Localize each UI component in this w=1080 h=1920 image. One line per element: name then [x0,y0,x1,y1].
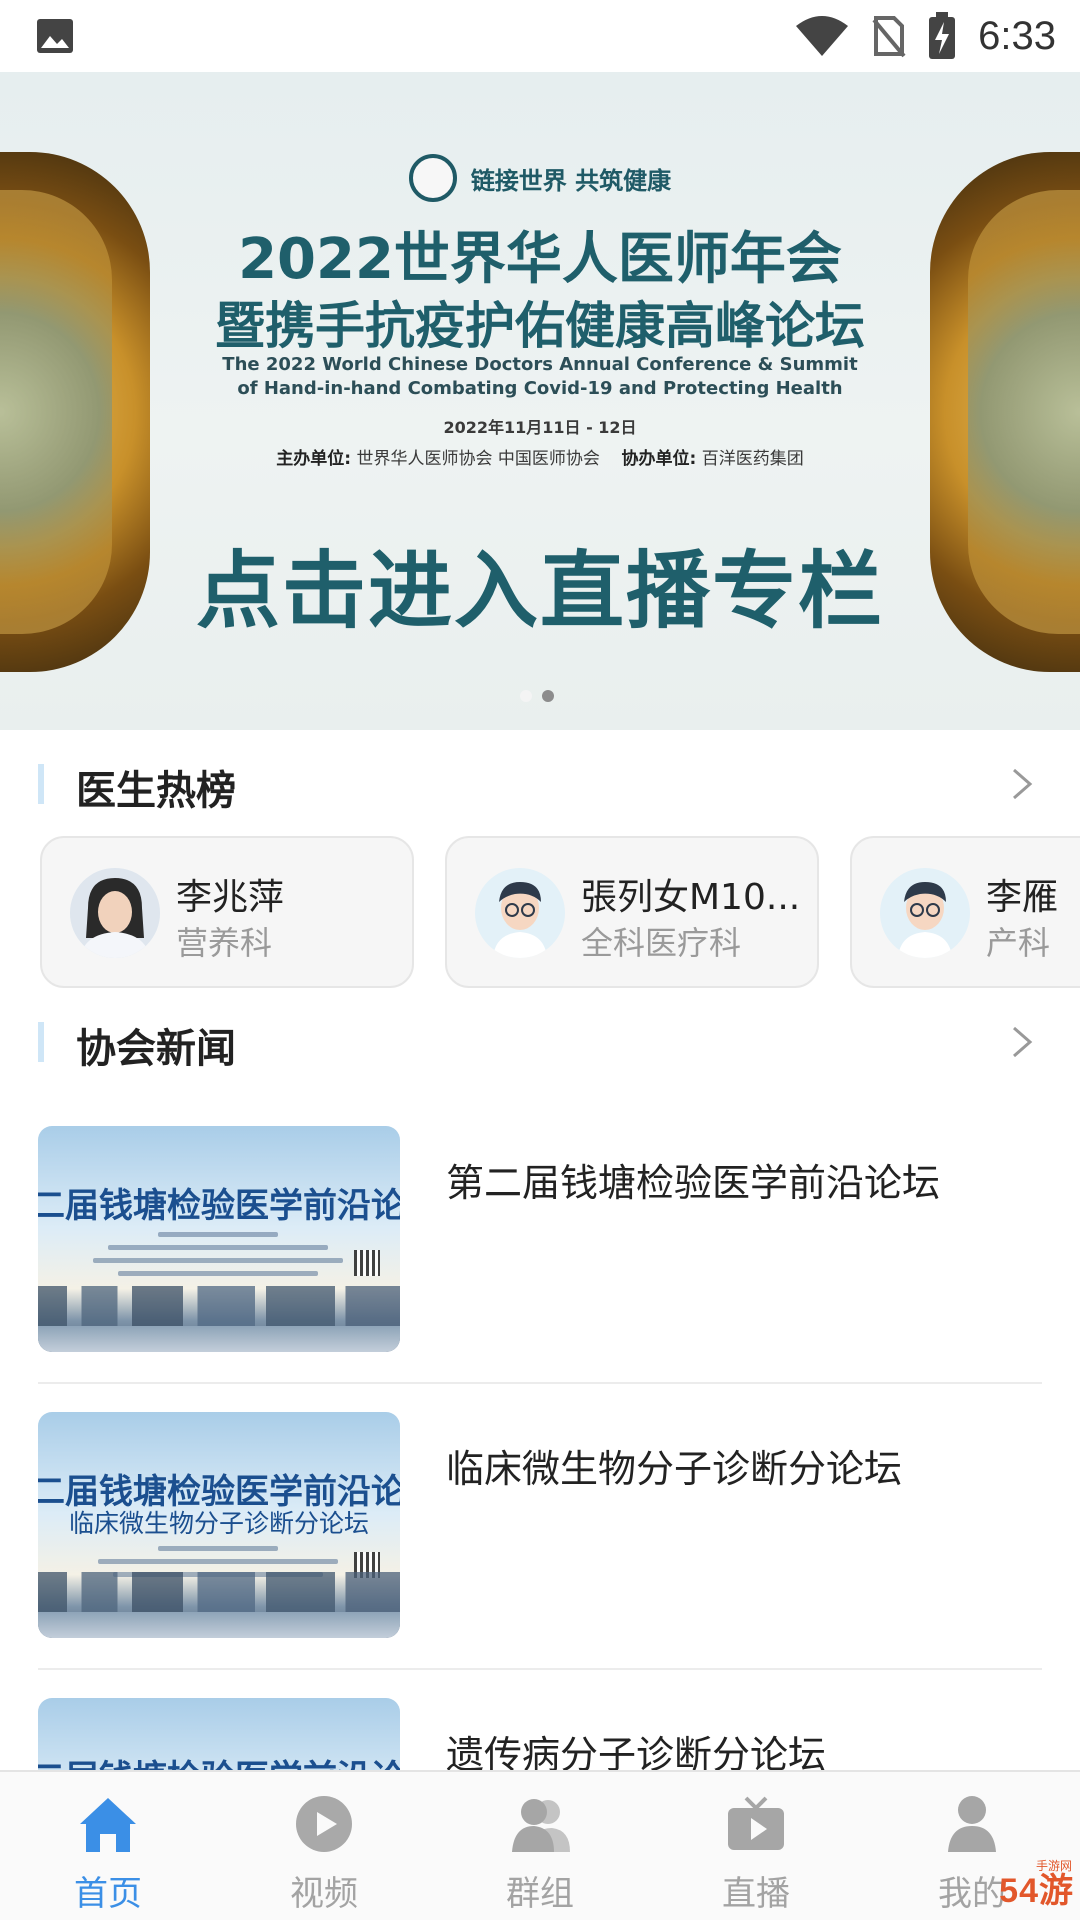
nav-label: 直播 [722,1874,790,1914]
doctor-department: 全科医疗科 [581,924,742,962]
section-title: 协会新闻 [76,1026,236,1072]
nav-home[interactable]: 首页 [0,1772,216,1920]
news-list-item[interactable]: 二届钱塘检验医学前沿论 遗传病分子诊断分论坛 [38,1698,1042,1770]
carousel-dot[interactable] [520,690,532,702]
association-logo-icon [408,154,457,202]
banner-date: 2022年11月11日 - 12日 [443,418,637,437]
banner-cta: 点击进入直播专栏 [195,542,884,640]
news-list-item[interactable]: 二届钱塘检验医学前沿论 第二届钱塘检验医学前沿论坛 [38,1126,1042,1412]
news-section-header: 协会新闻 [0,1002,1080,1082]
doctors-section-header: 医生热榜 [0,744,1080,824]
home-icon [80,1798,136,1852]
nav-video[interactable]: 视频 [216,1772,432,1920]
doctor-name: 李雁 [986,877,1059,918]
co-label: 协办单位: [621,449,697,469]
host-value: 世界华人医师协会 中国医师协会 [356,449,600,469]
doctor-name: 李兆萍 [176,877,285,918]
section-accent-bar [38,1022,44,1062]
no-sim-icon [872,16,906,58]
news-title: 遗传病分子诊断分论坛 [446,1733,827,1770]
banner-organizers: 主办单位: 世界华人医师协会 中国医师协会 协办单位: 百洋医药集团 [0,444,1080,469]
watermark-logo: 54游 手游网 [904,1852,1074,1914]
doctor-department: 产科 [986,924,1051,962]
doctor-card[interactable]: 李兆萍 营养科 [40,836,414,988]
thumbnail-water [38,1326,400,1352]
profile-icon [948,1796,996,1852]
chevron-right-icon[interactable] [1002,1022,1042,1062]
doctor-photo-icon [70,868,160,958]
divider [38,1382,1042,1384]
battery-charging-icon [929,12,956,59]
chevron-right-icon[interactable] [1002,764,1042,804]
city-skyline [38,1572,400,1612]
nav-label: 首页 [74,1874,142,1914]
section-accent-bar [38,764,44,804]
doctor-card[interactable]: 李雁 产科 [850,836,1080,988]
carousel-indicator [520,690,554,702]
banner-tagline: 链接世界 共筑健康 [470,166,672,195]
promo-banner[interactable]: 链接世界 共筑健康 2022世界华人医师年会 暨携手抗疫护佑健康高峰论坛 The… [0,72,1080,730]
thumbnail-title: 二届钱塘检验医学前沿论 [38,1186,400,1226]
nav-label: 群组 [506,1874,574,1914]
video-play-icon [296,1796,352,1852]
thumbnail-water [38,1612,400,1638]
watermark-url: 手游网 [1035,1859,1072,1873]
news-thumbnail: 二届钱塘检验医学前沿论 [38,1698,400,1770]
nav-label: 视频 [290,1874,358,1914]
carousel-dot-active[interactable] [542,690,554,702]
doctor-name: 張列女M10... [581,877,801,918]
co-value: 百洋医药集团 [701,449,804,469]
live-tv-icon [728,1796,784,1850]
doctor-avatar [475,868,565,958]
group-icon [512,1799,570,1852]
banner-title-line2: 暨携手抗疫护佑健康高峰论坛 [215,297,865,355]
host-label: 主办单位: [276,449,352,469]
status-time: 6:33 [978,13,1056,58]
thumbnail-subtitle: 临床微生物分子诊断分论坛 [68,1509,369,1538]
wifi-icon [796,16,849,56]
banner-title-line1: 2022世界华人医师年会 [238,227,842,292]
doctor-avatar [70,868,160,958]
news-thumbnail: 二届钱塘检验医学前沿论 [38,1126,400,1352]
city-skyline [38,1286,400,1326]
nav-live[interactable]: 直播 [648,1772,864,1920]
news-list-item[interactable]: 二届钱塘检验医学前沿论 临床微生物分子诊断分论坛 临床微生物分子诊断分论坛 [38,1412,1042,1698]
divider [38,1668,1042,1670]
banner-english-line2: of Hand-in-hand Combating Covid-19 and P… [237,378,843,399]
qr-code-icon [354,1250,380,1276]
news-title: 第二届钱塘检验医学前沿论坛 [446,1161,941,1205]
status-bar: 6:33 [0,0,1080,72]
thumbnail-title: 二届钱塘检验医学前沿论 [38,1750,400,1770]
news-thumbnail: 二届钱塘检验医学前沿论 临床微生物分子诊断分论坛 [38,1412,400,1638]
nav-group[interactable]: 群组 [432,1772,648,1920]
doctor-list: 李兆萍 营养科 張列女M10... 全科医疗科 李雁 产科 [0,836,1080,990]
doctor-avatar [880,868,970,958]
thumbnail-text-lines [78,1232,358,1284]
doctor-card[interactable]: 張列女M10... 全科医疗科 [445,836,819,988]
cartoon-doctor-icon [880,868,970,958]
image-icon [37,19,73,53]
news-title: 临床微生物分子诊断分论坛 [446,1447,903,1491]
doctor-department: 营养科 [176,924,273,962]
banner-english-line1: The 2022 World Chinese Doctors Annual Co… [222,354,858,375]
section-title: 医生热榜 [76,768,236,814]
banner-logo-row: 链接世界 共筑健康 [0,154,1080,202]
cartoon-doctor-icon [475,868,565,958]
